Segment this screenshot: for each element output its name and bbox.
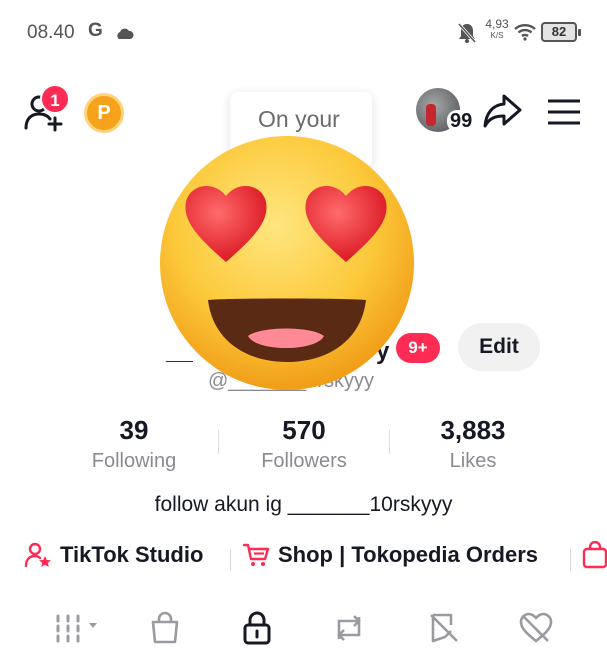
google-icon: G [88, 20, 103, 41]
share-icon[interactable] [482, 92, 524, 135]
link-divider [570, 549, 571, 571]
grid-icon [56, 614, 97, 643]
user-star-icon [24, 542, 51, 568]
profile-links: TikTok Studio Shop | Tokopedia Orders [24, 541, 607, 577]
stat-following[interactable]: 39 Following [49, 415, 219, 473]
tooltip-text: On your [258, 106, 340, 132]
tiktok-studio-link[interactable]: TikTok Studio [24, 541, 203, 569]
network-speed: 4,93 K/S [485, 17, 509, 40]
battery-icon: 82 [541, 22, 581, 42]
followers-label: Followers [261, 450, 347, 472]
favorites-icon [430, 613, 458, 643]
shop-label: Shop | Tokopedia Orders [278, 542, 539, 567]
menu-icon[interactable] [546, 97, 582, 132]
link-divider [230, 549, 231, 571]
stat-likes[interactable]: 3,883 Likes [388, 415, 558, 473]
shopping-bag-icon [151, 611, 179, 644]
cart-icon [242, 543, 270, 566]
profile-bio: follow akun ig _______10rskyyy [154, 493, 453, 516]
tab-liked[interactable] [516, 608, 556, 648]
repost-icon [337, 615, 361, 641]
story-count: 99 [447, 110, 476, 132]
likes-count: 3,883 [440, 415, 506, 445]
heart-eyes-emoji-icon [156, 132, 418, 394]
tab-videos[interactable] [54, 608, 106, 648]
stat-followers[interactable]: 570 Followers [219, 415, 389, 473]
coin-icon[interactable]: P [84, 93, 124, 133]
following-label: Following [91, 450, 177, 472]
status-bar: 08.40 G 4,93 K/S 82 [0, 0, 607, 66]
status-time: 08.40 [27, 22, 75, 43]
lock-icon [243, 611, 271, 645]
wifi-icon [513, 23, 537, 46]
tab-shop[interactable] [145, 608, 185, 648]
tab-favorites[interactable] [424, 608, 464, 648]
tiktok-studio-label: TikTok Studio [60, 542, 204, 567]
tab-private[interactable] [237, 608, 277, 648]
following-count: 39 [119, 415, 149, 445]
add-friends-badge: 1 [40, 84, 70, 114]
content-tab-bar [0, 600, 607, 656]
bell-muted-icon [457, 22, 477, 49]
followers-count: 570 [282, 415, 326, 445]
tab-reposts[interactable] [329, 608, 369, 648]
liked-icon [519, 612, 553, 643]
orders-link[interactable] [582, 541, 607, 569]
edit-profile-button[interactable]: Edit [458, 323, 540, 371]
likes-label: Likes [449, 450, 497, 472]
cloud-icon [114, 27, 134, 45]
bag-icon [582, 541, 607, 569]
shop-link[interactable]: Shop | Tokopedia Orders [242, 541, 538, 569]
